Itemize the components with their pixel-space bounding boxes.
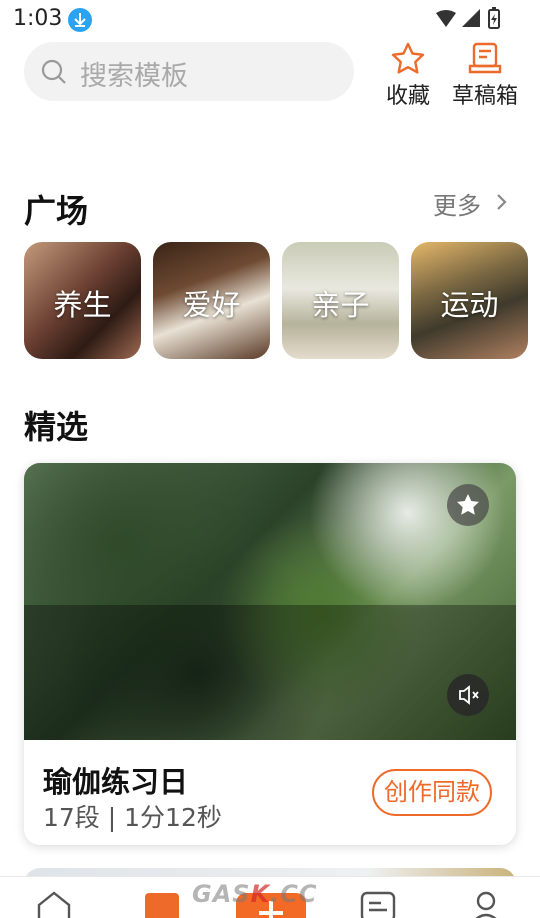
template-preview-video[interactable] <box>24 463 516 740</box>
star-filled-icon <box>457 494 479 515</box>
more-link[interactable]: 更多 <box>433 186 481 221</box>
template-nav-icon[interactable] <box>145 893 179 918</box>
category-label: 亲子 <box>311 288 370 322</box>
message-nav-icon[interactable] <box>360 889 396 918</box>
category-label: 运动 <box>440 288 499 322</box>
profile-nav-icon[interactable] <box>470 889 502 918</box>
category-parenting[interactable]: 亲子 <box>282 242 399 359</box>
drafts-box-icon <box>468 42 502 74</box>
template-title: 瑜伽练习日 <box>43 765 189 799</box>
drafts-label: 草稿箱 <box>452 84 519 109</box>
watermark-part: K <box>250 880 271 908</box>
watermark: GASK.CC <box>192 880 318 908</box>
category-wellness[interactable]: 养生 <box>24 242 141 359</box>
watermark-part: GAS <box>192 880 251 908</box>
favorite-star-button[interactable] <box>447 484 489 526</box>
status-bar: 1:03 <box>0 0 540 38</box>
featured-title: 精选 <box>24 408 89 446</box>
status-time: 1:03 <box>13 6 63 31</box>
category-label: 养生 <box>53 288 112 322</box>
status-indicators <box>434 7 502 35</box>
signal-battery-icon <box>436 7 500 29</box>
category-hobby[interactable]: 爱好 <box>153 242 270 359</box>
drafts-button[interactable]: 草稿箱 <box>452 42 518 110</box>
favorites-button[interactable]: 收藏 <box>385 42 431 110</box>
preview-overlay <box>24 605 516 740</box>
search-icon <box>41 59 67 89</box>
search-bar[interactable]: 搜索模板 <box>24 42 354 101</box>
speaker-muted-icon <box>459 685 479 705</box>
create-same-button[interactable]: 创作同款 <box>372 769 492 816</box>
watermark-part: .CC <box>270 880 318 908</box>
featured-template-card[interactable]: 瑜伽练习日 17段 | 1分12秒 创作同款 <box>24 463 516 845</box>
category-sports[interactable]: 运动 <box>411 242 528 359</box>
download-icon <box>68 8 92 32</box>
template-meta: 17段 | 1分12秒 <box>43 803 222 832</box>
plaza-title: 广场 <box>24 192 89 230</box>
search-placeholder: 搜索模板 <box>80 61 188 92</box>
star-icon <box>391 42 425 74</box>
favorites-label: 收藏 <box>385 84 430 109</box>
home-nav-icon[interactable] <box>35 889 73 918</box>
category-label: 爱好 <box>182 288 241 322</box>
mute-toggle-button[interactable] <box>447 674 489 716</box>
chevron-right-icon[interactable] <box>495 191 509 217</box>
